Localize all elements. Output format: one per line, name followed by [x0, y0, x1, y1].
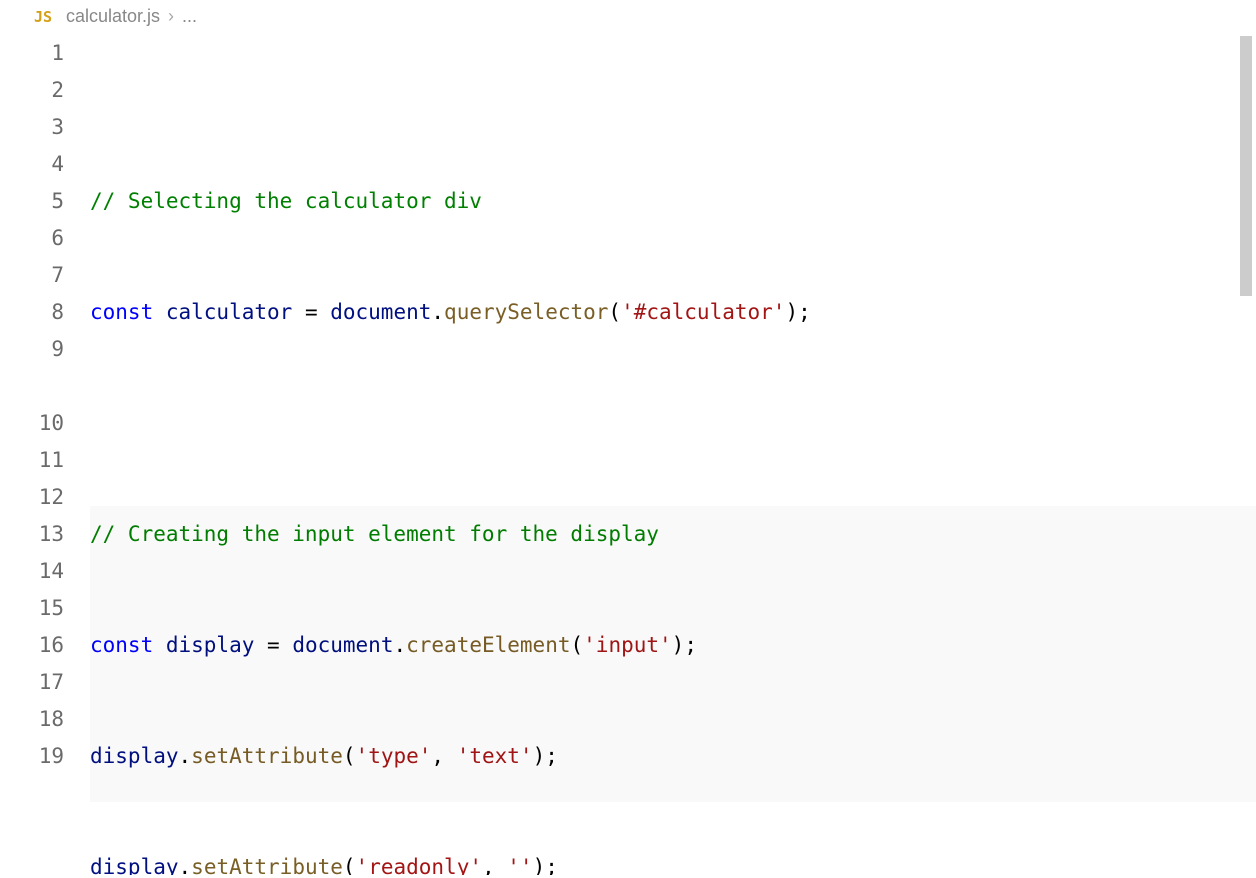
line-number: 14 — [0, 553, 64, 590]
code-content[interactable]: // Selecting the calculator div const ca… — [90, 33, 1256, 875]
code-line[interactable] — [90, 405, 1256, 442]
editor[interactable]: 1 2 3 4 5 6 7 8 9 10 11 12 13 14 15 16 1… — [0, 33, 1256, 875]
line-number: 3 — [0, 109, 64, 146]
line-number: 16 — [0, 627, 64, 664]
line-number: 15 — [0, 590, 64, 627]
code-line[interactable]: const calculator = document.querySelecto… — [90, 294, 1256, 331]
chevron-right-icon: › — [168, 6, 174, 27]
line-number: 13 — [0, 516, 64, 553]
line-number: 18 — [0, 701, 64, 738]
line-number: 17 — [0, 664, 64, 701]
js-file-icon: JS — [34, 8, 52, 26]
line-number: 7 — [0, 257, 64, 294]
line-number: 6 — [0, 220, 64, 257]
scrollbar-thumb[interactable] — [1240, 36, 1252, 296]
scrollbar-track[interactable] — [1240, 36, 1254, 878]
line-number: 2 — [0, 72, 64, 109]
breadcrumb-file[interactable]: calculator.js — [66, 6, 160, 27]
line-number: 10 — [0, 405, 64, 442]
breadcrumb: JS calculator.js › ... — [0, 0, 1256, 33]
line-number: 19 — [0, 738, 64, 775]
line-number: 4 — [0, 146, 64, 183]
line-number: 8 — [0, 294, 64, 331]
selection-highlight — [90, 506, 1256, 802]
line-number: 1 — [0, 35, 64, 72]
line-number: 9 — [0, 331, 64, 368]
line-number: 5 — [0, 183, 64, 220]
code-line[interactable]: // Selecting the calculator div — [90, 183, 1256, 220]
code-line[interactable]: display.setAttribute('readonly', ''); — [90, 849, 1256, 875]
line-number: 12 — [0, 479, 64, 516]
line-number-gutter: 1 2 3 4 5 6 7 8 9 10 11 12 13 14 15 16 1… — [0, 33, 90, 875]
breadcrumb-trail[interactable]: ... — [182, 6, 197, 27]
line-number: 11 — [0, 442, 64, 479]
